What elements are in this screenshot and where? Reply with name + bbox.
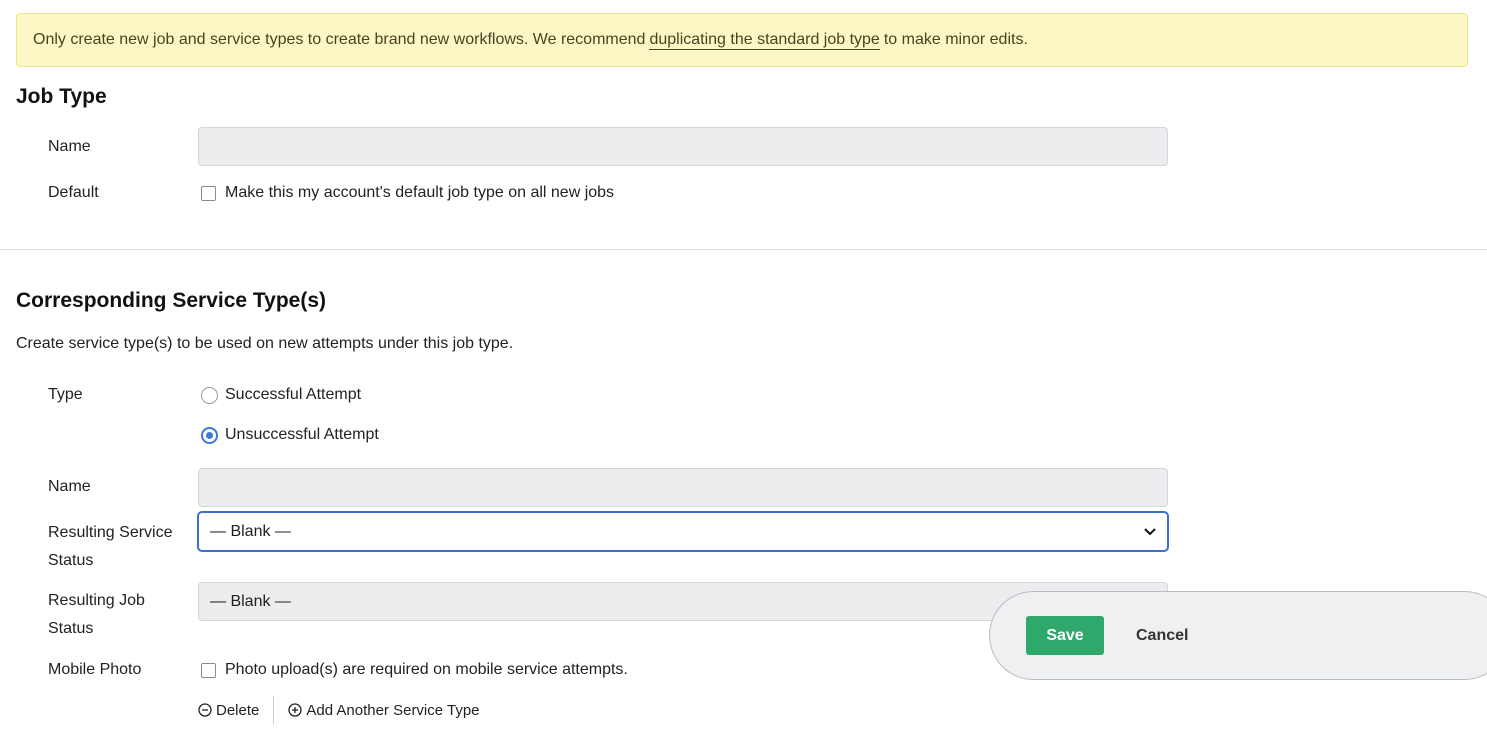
resulting-service-status-value: — Blank — [210,522,291,540]
mobile-photo-checkbox[interactable] [201,662,216,678]
notice-text-before: Only create new job and service types to… [33,31,646,48]
default-checkbox[interactable] [201,185,216,201]
radio-button-checked[interactable] [201,426,218,444]
radio-unsuccessful-label: Unsuccessful Attempt [225,426,379,443]
resulting-service-status-select[interactable]: — Blank — [198,512,1168,551]
service-name-input[interactable] [198,468,1168,507]
service-type-actions: Delete Add Another Service Type [198,696,480,724]
resulting-job-status-value: — Blank — [210,592,291,610]
plus-circle-icon [288,703,303,717]
type-label: Type [48,386,83,403]
default-label: Default [48,184,99,201]
resulting-job-status-label-line1: Resulting Job [48,592,145,609]
delete-label: Delete [216,701,260,719]
cancel-button[interactable]: Cancel [1136,627,1188,645]
save-button[interactable]: Save [1026,616,1104,655]
resulting-service-status-label-line1: Resulting Service [48,524,173,541]
resulting-service-status-label: Resulting Service Status [48,519,173,575]
mobile-photo-label: Mobile Photo [48,661,142,678]
radio-unsuccessful-attempt[interactable]: Unsuccessful Attempt [201,426,379,444]
radio-button-unchecked[interactable] [201,386,218,404]
floating-action-bar: Save Cancel [989,591,1487,680]
action-separator [273,696,275,724]
add-another-label: Add Another Service Type [306,701,480,719]
service-name-label: Name [48,478,91,495]
section-divider [0,249,1487,250]
resulting-job-status-label-line2: Status [48,620,94,637]
service-types-heading: Corresponding Service Type(s) [16,289,327,312]
radio-successful-attempt[interactable]: Successful Attempt [201,386,361,404]
default-checkbox-row[interactable]: Make this my account's default job type … [201,184,614,202]
add-another-service-type-button[interactable]: Add Another Service Type [288,701,480,719]
job-type-heading: Job Type [16,85,107,108]
duplicate-standard-job-type-link[interactable]: duplicating the standard job type [649,31,880,50]
job-type-name-input[interactable] [198,127,1168,166]
chevron-down-icon [1144,527,1156,535]
info-notice-banner: Only create new job and service types to… [16,13,1468,67]
mobile-photo-checkbox-label: Photo upload(s) are required on mobile s… [225,661,628,678]
minus-circle-icon [198,703,212,717]
resulting-job-status-label: Resulting Job Status [48,587,145,643]
mobile-photo-checkbox-row[interactable]: Photo upload(s) are required on mobile s… [201,661,628,679]
notice-text-after: to make minor edits. [883,31,1028,48]
resulting-service-status-label-line2: Status [48,552,94,569]
service-types-description: Create service type(s) to be used on new… [16,335,514,352]
delete-service-type-button[interactable]: Delete [198,702,259,719]
default-checkbox-label: Make this my account's default job type … [225,184,615,201]
job-type-name-label: Name [48,138,91,155]
radio-successful-label: Successful Attempt [225,386,362,403]
